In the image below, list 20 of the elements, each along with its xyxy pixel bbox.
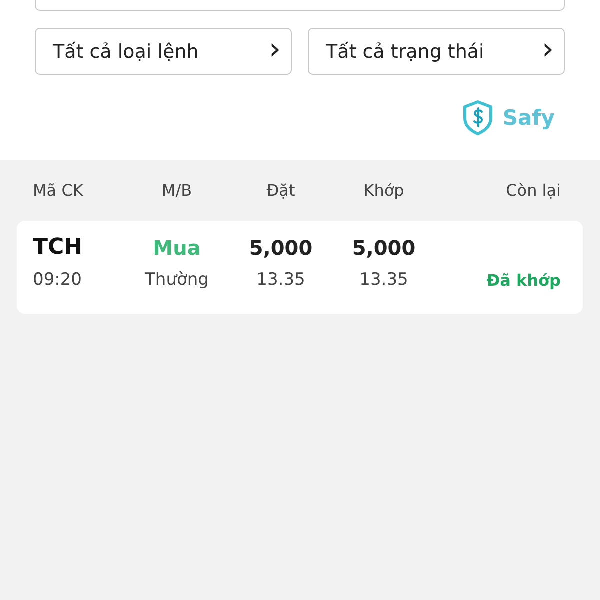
filter-dropdown[interactable]: Tất cả loại lệnh ›	[35, 28, 292, 75]
brand-logo: Safy	[460, 99, 555, 137]
input-field[interactable]	[35, 0, 565, 11]
matched-quantity: 5,000	[351, 236, 417, 260]
column-header: Mã CK	[33, 181, 84, 200]
column-header: Đặt	[266, 181, 296, 200]
column-header: M/B	[160, 181, 194, 200]
matched-price: 13.35	[358, 270, 410, 290]
ordered-price: 13.35	[256, 270, 306, 290]
order-status: Đã khớp	[486, 270, 561, 290]
column-header: Còn lại	[505, 181, 561, 200]
column-header: Khớp	[362, 181, 406, 200]
order-card[interactable]: TCH Mua 5,000 5,000 09:20 Thường 13.35 13.35 Đã khớp	[17, 221, 583, 314]
order-side: Mua	[152, 236, 202, 260]
shield-dollar-icon	[460, 99, 495, 137]
order-type: Thường	[144, 270, 210, 290]
filter-dropdown[interactable]: Tất cả trạng thái ›	[308, 28, 565, 75]
ordered-quantity: 5,000	[248, 236, 314, 260]
order-time: 09:20	[33, 270, 83, 290]
stock-symbol: TCH	[33, 235, 84, 260]
